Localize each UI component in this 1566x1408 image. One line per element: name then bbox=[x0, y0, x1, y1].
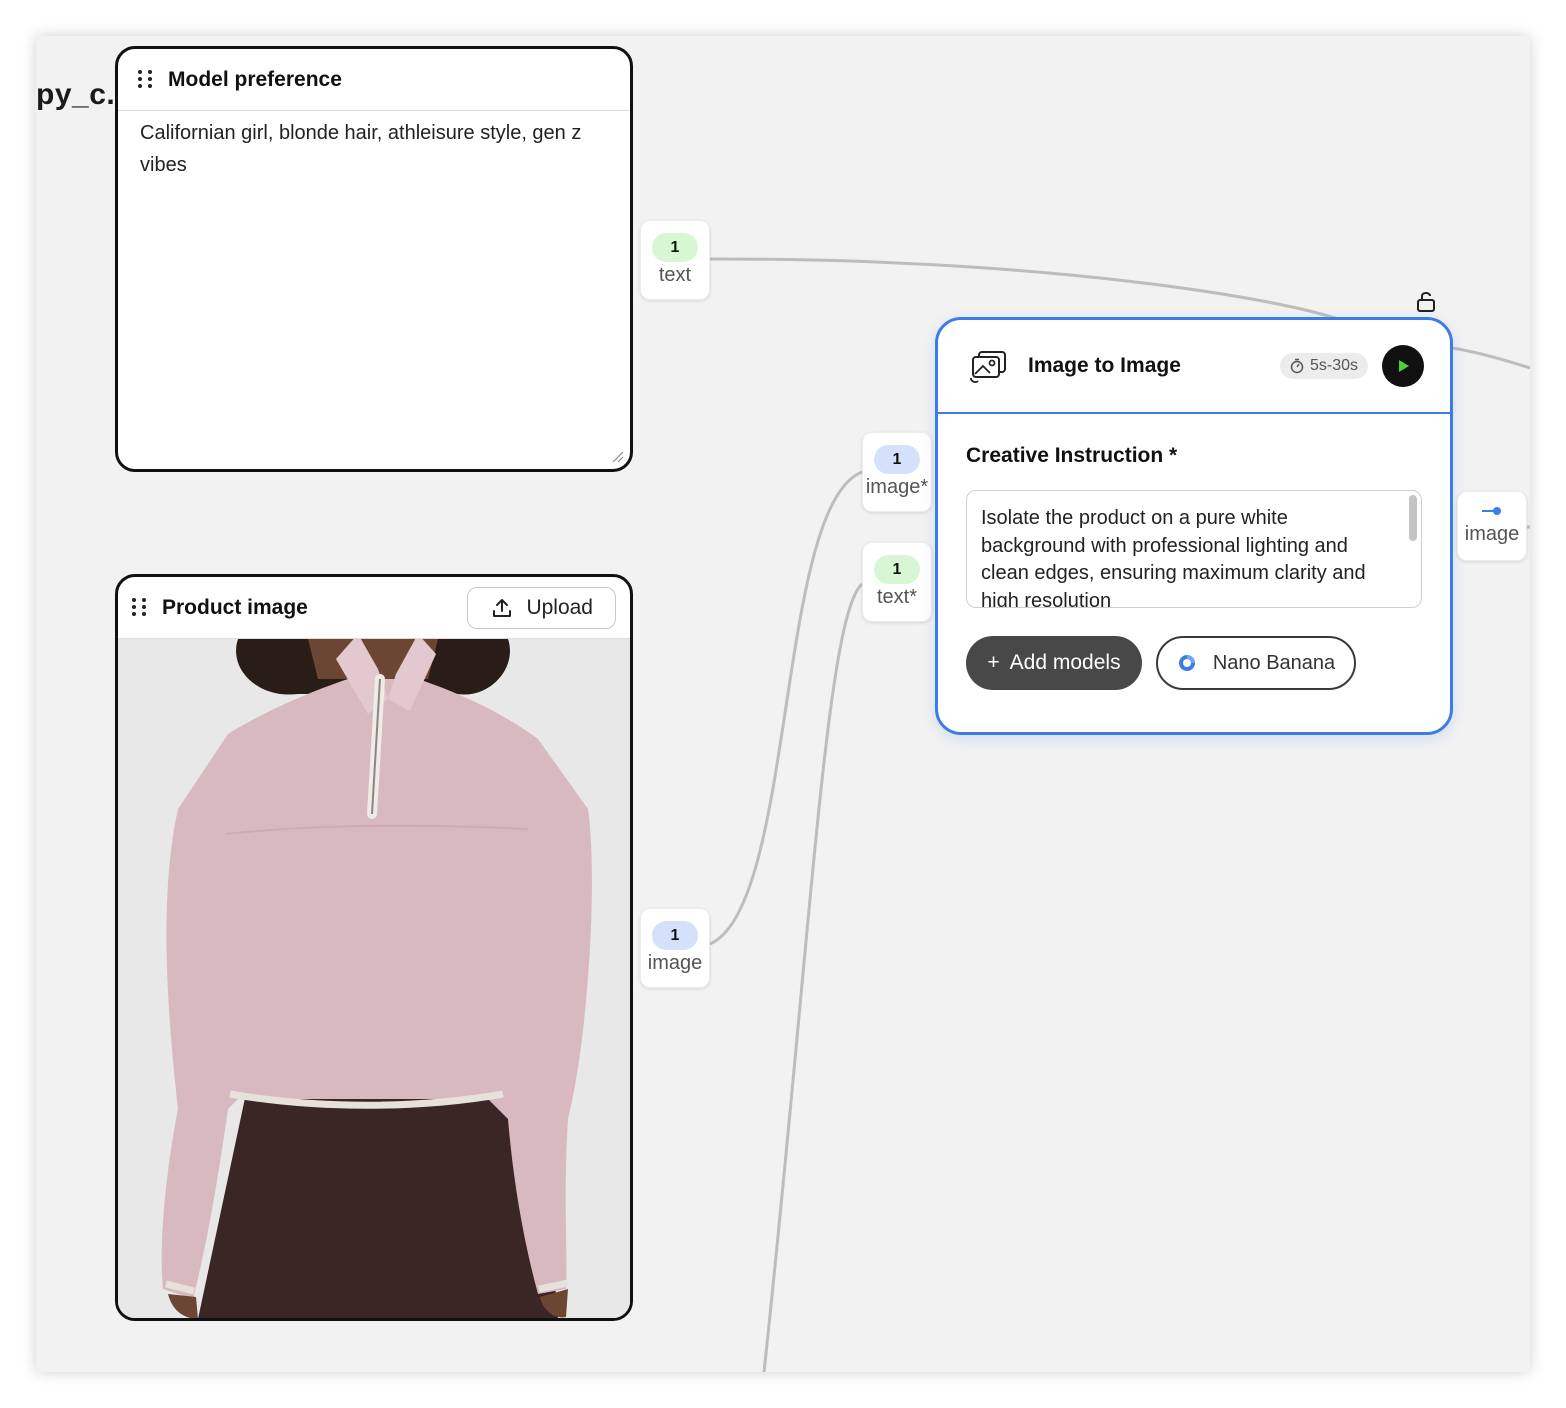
port-count-badge: 1 bbox=[874, 555, 920, 584]
play-icon bbox=[1399, 360, 1409, 372]
i2i-text-input-port[interactable]: 1 text* bbox=[862, 542, 932, 622]
creative-instruction-text: Isolate the product on a pure white back… bbox=[981, 507, 1366, 608]
creative-instruction-textarea[interactable]: Isolate the product on a pure white back… bbox=[966, 490, 1422, 608]
product-photo bbox=[118, 634, 630, 1318]
i2i-image-output-port[interactable]: image bbox=[1457, 491, 1527, 561]
i2i-image-input-port[interactable]: 1 image* bbox=[862, 432, 932, 512]
creative-instruction-label: Creative Instruction * bbox=[966, 444, 1178, 467]
edge-text-to-i2i bbox=[709, 257, 1347, 324]
upload-button[interactable]: Upload bbox=[467, 586, 616, 629]
timer-icon bbox=[1290, 358, 1304, 374]
image-to-image-header: Image to Image 5s-30s bbox=[938, 320, 1450, 414]
port-count-badge: 1 bbox=[874, 445, 920, 474]
image-to-image-icon bbox=[970, 351, 1006, 383]
add-models-button[interactable]: + Add models bbox=[966, 636, 1142, 690]
duration-badge: 5s-30s bbox=[1279, 353, 1368, 379]
image-to-image-node[interactable]: Image to Image 5s-30s Creative Instructi… bbox=[935, 317, 1453, 735]
model-preference-textarea[interactable]: Californian girl, blonde hair, athleisur… bbox=[118, 111, 630, 181]
model-preference-node[interactable]: Model preference Californian girl, blond… bbox=[115, 46, 633, 472]
node-title: Product image bbox=[162, 595, 308, 619]
model-preference-output-port[interactable]: 1 text bbox=[640, 220, 710, 300]
port-label: image bbox=[1464, 523, 1520, 545]
edge-text-input-to-i2i bbox=[762, 582, 864, 1372]
edge-i2i-continuation bbox=[1452, 346, 1530, 370]
upload-icon bbox=[493, 598, 512, 617]
add-models-label: Add models bbox=[1009, 651, 1121, 674]
unlock-icon[interactable] bbox=[1415, 289, 1437, 313]
node-title: Image to Image bbox=[1028, 354, 1181, 377]
model-preference-header: Model preference bbox=[118, 49, 630, 111]
node-title: Model preference bbox=[168, 67, 342, 91]
port-label: image bbox=[647, 952, 703, 974]
output-connector-icon bbox=[1482, 507, 1501, 515]
product-image-header: Product image Upload bbox=[118, 577, 630, 639]
port-count-badge: 1 bbox=[652, 921, 698, 950]
workflow-canvas[interactable]: py_c... Model preference Californian gir… bbox=[36, 36, 1530, 1372]
duration-text: 5s-30s bbox=[1309, 357, 1358, 374]
model-chip-label: Nano Banana bbox=[1212, 651, 1336, 674]
resize-handle-icon[interactable] bbox=[610, 449, 624, 463]
google-model-icon bbox=[1178, 655, 1195, 671]
upload-label: Upload bbox=[526, 595, 593, 619]
port-label: text* bbox=[876, 586, 918, 608]
plus-icon: + bbox=[987, 651, 1000, 674]
model-chip-nano-banana[interactable]: Nano Banana bbox=[1156, 636, 1356, 690]
edge-image-to-i2i bbox=[709, 470, 863, 946]
product-image-output-port[interactable]: 1 image bbox=[640, 908, 710, 988]
drag-handle-icon[interactable] bbox=[138, 69, 154, 90]
textarea-scrollbar[interactable] bbox=[1409, 495, 1417, 541]
product-image-node[interactable]: Product image Upload bbox=[115, 574, 633, 1321]
port-label: text bbox=[658, 264, 692, 286]
drag-handle-icon[interactable] bbox=[132, 597, 148, 618]
run-button[interactable] bbox=[1382, 345, 1424, 387]
port-count-badge: 1 bbox=[652, 233, 698, 262]
fleece-sweater-photo-icon bbox=[118, 634, 630, 1318]
port-label: image* bbox=[865, 476, 929, 498]
